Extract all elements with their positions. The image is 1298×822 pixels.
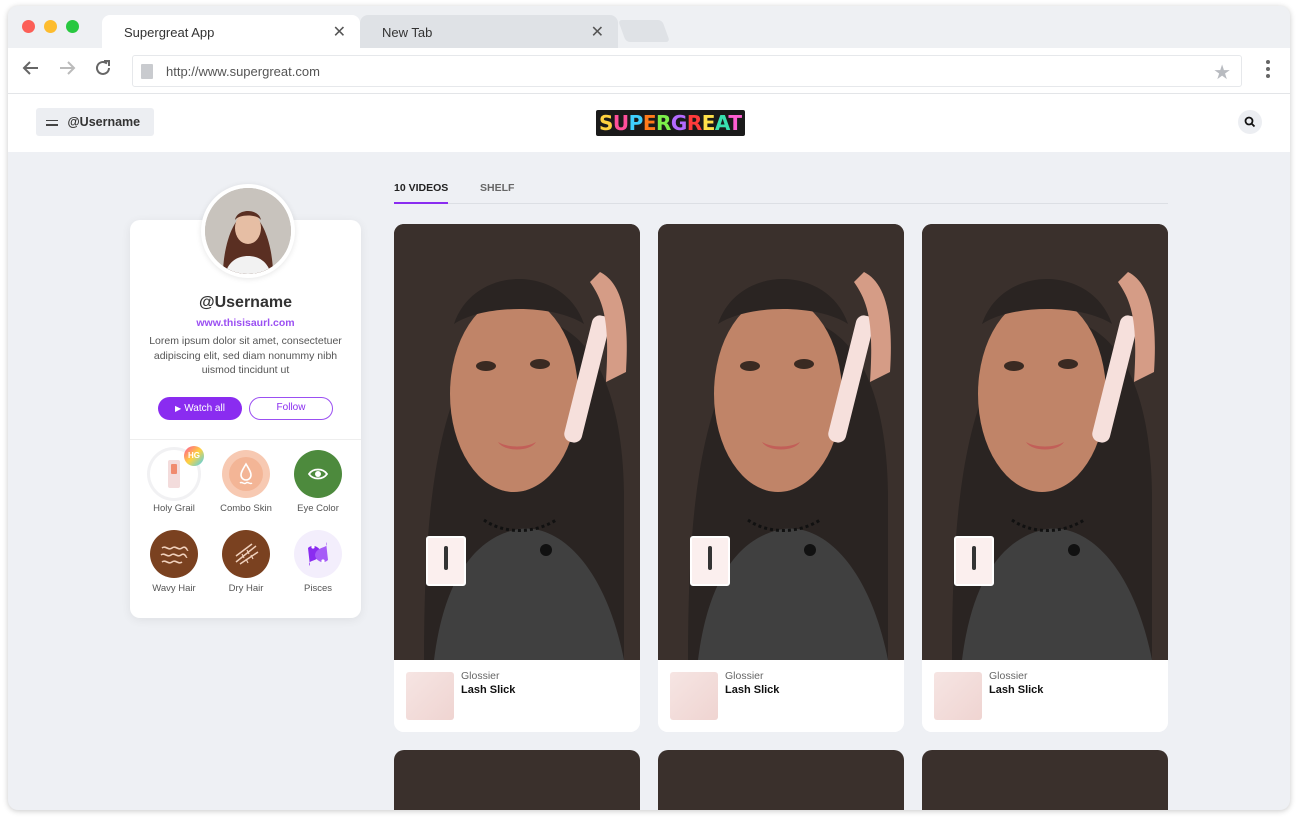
product-tag-icon[interactable]: [690, 536, 730, 586]
video-card[interactable]: [922, 750, 1168, 810]
tab-label: Supergreat App: [124, 25, 215, 40]
browser-window: Supergreat App ✕ New Tab ✕ http://www.su…: [8, 6, 1290, 810]
reload-icon[interactable]: [94, 59, 112, 83]
video-thumbnail[interactable]: [394, 224, 640, 660]
address-bar[interactable]: http://www.supergreat.com ★: [132, 55, 1242, 87]
holy-grail-icon: HG: [150, 446, 204, 498]
video-caption: Glossier Lash Slick: [394, 660, 640, 732]
trait-dry-hair[interactable]: Dry Hair: [210, 530, 282, 594]
trait-label: Wavy Hair: [152, 583, 196, 594]
search-button[interactable]: [1238, 110, 1262, 134]
trait-combo-skin[interactable]: Combo Skin: [210, 450, 282, 514]
tab-label: New Tab: [382, 25, 433, 40]
url-text: http://www.supergreat.com: [166, 64, 320, 79]
maximize-window-button[interactable]: [66, 20, 79, 33]
tab-videos[interactable]: 10 VIDEOS: [394, 182, 449, 204]
play-icon: ▶: [175, 404, 182, 413]
trait-label: Pisces: [304, 583, 332, 594]
product-tag-icon[interactable]: [954, 536, 994, 586]
tab-strip: Supergreat App ✕ New Tab ✕: [8, 6, 1290, 49]
product-thumbnail[interactable]: [934, 672, 982, 720]
card-divider: [130, 439, 361, 440]
trait-label: Eye Color: [297, 503, 339, 514]
holy-grail-badge: HG: [184, 446, 204, 466]
forward-arrow-icon[interactable]: [58, 59, 76, 83]
combo-skin-icon: [222, 450, 270, 498]
product-thumbnail[interactable]: [670, 672, 718, 720]
page-icon: [141, 64, 153, 79]
trait-pisces[interactable]: Pisces: [282, 530, 354, 594]
avatar-photo: [205, 188, 291, 274]
bookmark-star-icon[interactable]: ★: [1213, 60, 1231, 85]
tab-supergreat-app[interactable]: Supergreat App ✕: [102, 15, 360, 49]
profile-website-link[interactable]: www.thisisaurl.com: [130, 317, 361, 329]
minimize-window-button[interactable]: [44, 20, 57, 33]
content-tabs: 10 VIDEOS SHELF: [394, 182, 1168, 204]
profile-avatar[interactable]: [201, 184, 295, 278]
close-window-button[interactable]: [22, 20, 35, 33]
product-name[interactable]: Lash Slick: [725, 684, 779, 696]
app-header: @Username SUPERGREAT: [8, 94, 1290, 152]
search-icon: [1244, 116, 1256, 128]
video-thumbnail[interactable]: [922, 750, 1168, 810]
trait-eye-color[interactable]: Eye Color: [282, 450, 354, 514]
product-name[interactable]: Lash Slick: [989, 684, 1043, 696]
trait-holy-grail[interactable]: HG Holy Grail: [138, 446, 210, 514]
hamburger-icon: [46, 117, 58, 129]
back-arrow-icon[interactable]: [22, 59, 40, 83]
supergreat-logo[interactable]: SUPERGREAT: [596, 110, 745, 136]
profile-card: @Username www.thisisaurl.com Lorem ipsum…: [130, 220, 361, 618]
video-thumbnail[interactable]: [658, 224, 904, 660]
product-name[interactable]: Lash Slick: [461, 684, 515, 696]
video-thumbnail[interactable]: [394, 750, 640, 810]
dry-hair-icon: [222, 530, 270, 578]
watch-all-label: Watch all: [184, 403, 225, 414]
trait-label: Combo Skin: [220, 503, 272, 514]
video-caption: Glossier Lash Slick: [922, 660, 1168, 732]
video-thumbnail[interactable]: [658, 750, 904, 810]
trait-wavy-hair[interactable]: Wavy Hair: [138, 530, 210, 594]
follow-button[interactable]: Follow: [249, 397, 333, 420]
profile-bio: Lorem ipsum dolor sit amet, consectetuer…: [149, 335, 342, 376]
pisces-icon: [294, 530, 342, 578]
video-caption: Glossier Lash Slick: [658, 660, 904, 732]
video-card[interactable]: Glossier Lash Slick: [658, 224, 904, 732]
wavy-hair-icon: [150, 530, 198, 578]
product-tag-icon[interactable]: [426, 536, 466, 586]
new-tab-button[interactable]: [617, 20, 671, 42]
eye-icon: [294, 450, 342, 498]
video-card[interactable]: Glossier Lash Slick: [394, 224, 640, 732]
product-brand: Glossier: [725, 670, 764, 682]
trait-label: Dry Hair: [228, 583, 264, 594]
product-thumbnail[interactable]: [406, 672, 454, 720]
tab-new-tab[interactable]: New Tab ✕: [360, 15, 618, 49]
browser-toolbar: http://www.supergreat.com ★: [8, 48, 1290, 94]
watch-all-button[interactable]: ▶ Watch all: [158, 397, 242, 420]
product-brand: Glossier: [461, 670, 500, 682]
user-menu-button[interactable]: @Username: [36, 108, 155, 136]
user-menu-label: @Username: [67, 115, 141, 129]
video-thumbnail[interactable]: [922, 224, 1168, 660]
trait-label: Holy Grail: [153, 503, 195, 514]
profile-username: @Username: [199, 294, 292, 311]
close-tab-icon[interactable]: ✕: [333, 22, 346, 42]
tab-shelf[interactable]: SHELF: [480, 182, 514, 204]
video-card[interactable]: [658, 750, 904, 810]
video-card[interactable]: Glossier Lash Slick: [922, 224, 1168, 732]
close-tab-icon[interactable]: ✕: [591, 22, 604, 42]
browser-menu-icon[interactable]: [1266, 60, 1270, 81]
video-card[interactable]: [394, 750, 640, 810]
product-brand: Glossier: [989, 670, 1028, 682]
